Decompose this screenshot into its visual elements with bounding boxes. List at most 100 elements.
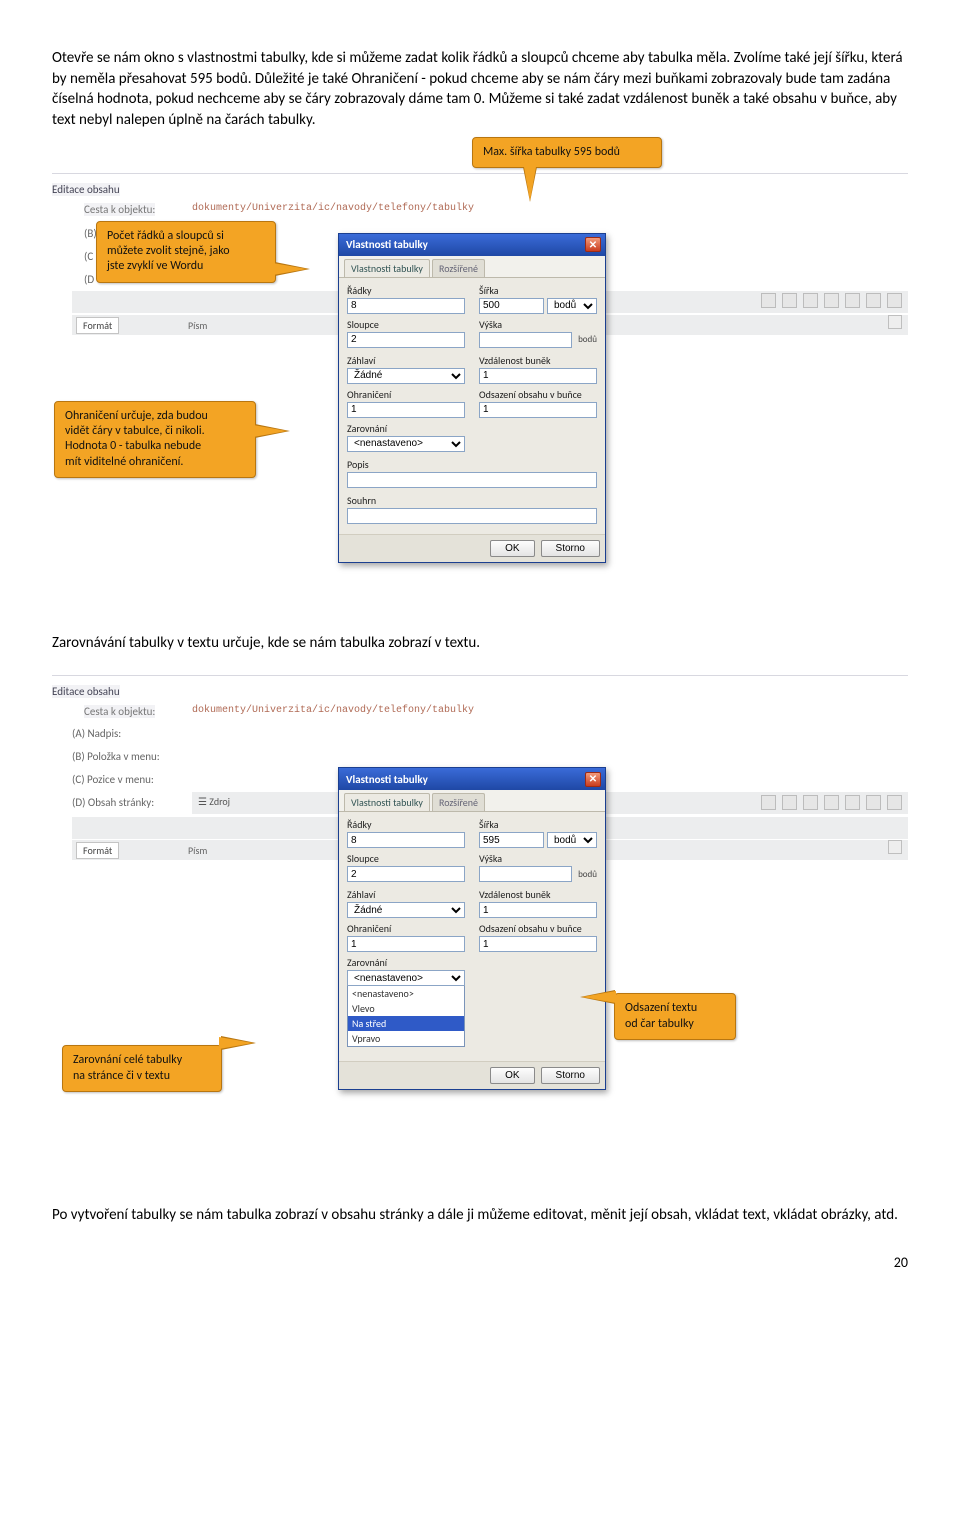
- editor-title: Editace obsahu: [52, 183, 120, 196]
- dialog-titlebar: Vlastnosti tabulky ✕: [339, 234, 605, 256]
- input-sirka[interactable]: [479, 298, 544, 314]
- zarov-opt-nastred[interactable]: Na střed: [348, 1016, 464, 1031]
- lbl-popis: Popis: [347, 458, 597, 471]
- tab-vlastnosti[interactable]: Vlastnosti tabulky: [344, 259, 430, 277]
- lbl-zahlavi: Záhlaví: [347, 354, 465, 367]
- dialog-titlebar-2: Vlastnosti tabulky ✕: [339, 768, 605, 790]
- lbl-zarovnani: Zarovnání: [347, 422, 465, 435]
- toolbar-icon: [824, 293, 839, 308]
- toolbar-icon: [888, 315, 902, 329]
- input-vzdalenost[interactable]: [479, 368, 597, 384]
- input-vyska[interactable]: [479, 332, 572, 348]
- tab-vlastnosti-2[interactable]: Vlastnosti tabulky: [344, 793, 430, 811]
- callout-rowcol: Počet řádků a sloupců si můžete zvolit s…: [96, 221, 276, 283]
- toolbar-icon: [845, 293, 860, 308]
- input-sirka-2[interactable]: [479, 832, 544, 848]
- toolbar-icon: [782, 293, 797, 308]
- callout-indent-text: Odsazení textu od čar tabulky: [625, 1001, 697, 1030]
- format-chip: Formát: [76, 317, 119, 334]
- unit-bodu: bodů: [578, 334, 597, 345]
- figure-2: Editace obsahu Cesta k objektu: dokument…: [52, 667, 908, 1187]
- intro-paragraph: Otevře se nám okno s vlastnostmi tabulky…: [52, 48, 908, 131]
- dialog-title-text-2: Vlastnosti tabulky: [346, 773, 428, 786]
- zarovnani-listbox[interactable]: <nenastaveno> Vlevo Na střed Vpravo: [347, 985, 465, 1047]
- zarov-opt-vlevo[interactable]: Vlevo: [348, 1001, 464, 1016]
- tab-rozsirene-2[interactable]: Rozšířené: [432, 793, 485, 811]
- tab-rozsirene[interactable]: Rozšířené: [432, 259, 485, 277]
- zarov-opt-vpravo[interactable]: Vpravo: [348, 1031, 464, 1046]
- input-vyska-2[interactable]: [479, 866, 572, 882]
- callout-border-text: Ohraničení určuje, zda budou vidět čáry …: [65, 409, 208, 469]
- align-paragraph: Zarovnávání tabulky v textu určuje, kde …: [52, 633, 908, 654]
- callout-align: Zarovnání celé tabulky na stránce či v t…: [62, 1045, 222, 1092]
- zarov-opt-nenastaveno[interactable]: <nenastaveno>: [348, 986, 464, 1001]
- select-sirka-units-2[interactable]: bodů: [547, 832, 597, 848]
- toolbar-icon: [824, 795, 839, 810]
- editor-pism: Písm: [188, 319, 207, 332]
- toolbar-icon: [803, 795, 818, 810]
- format-chip-2: Formát: [76, 842, 119, 859]
- toolbar-icon: [888, 840, 902, 854]
- dialog-title-text: Vlastnosti tabulky: [346, 238, 428, 251]
- page-number: 20: [52, 1254, 908, 1271]
- callout-maxwidth-text: Max. šířka tabulky 595 bodů: [483, 145, 620, 159]
- ok-button-2[interactable]: OK: [490, 1067, 534, 1084]
- toolbar-icon: [845, 795, 860, 810]
- select-zahlavi[interactable]: Žádné: [347, 368, 465, 384]
- input-radky-2[interactable]: [347, 832, 465, 848]
- outro-paragraph: Po vytvoření tabulky se nám tabulka zobr…: [52, 1205, 908, 1226]
- input-odsazeni-2[interactable]: [479, 936, 597, 952]
- lbl-souhrn: Souhrn: [347, 494, 597, 507]
- input-souhrn[interactable]: [347, 508, 597, 524]
- select-zarovnani[interactable]: <nenastaveno>: [347, 436, 465, 452]
- editor-pism-2: Písm: [188, 844, 207, 857]
- editor-path: dokumenty/Univerzita/ic/navody/telefony/…: [192, 203, 474, 214]
- input-odsazeni[interactable]: [479, 402, 597, 418]
- toolbar-icon: [782, 795, 797, 810]
- editor-short-labels: (B) (C (D: [78, 227, 97, 296]
- figure-1: Max. šířka tabulky 595 bodů Editace obsa…: [52, 145, 908, 615]
- ok-button[interactable]: OK: [490, 540, 534, 557]
- close-icon[interactable]: ✕: [585, 237, 601, 252]
- zdroj-chip: ☰ Zdroj: [198, 795, 230, 808]
- input-sloupce-2[interactable]: [347, 866, 465, 882]
- toolbar-icon: [761, 795, 776, 810]
- lbl-sloupce: Sloupce: [347, 318, 465, 331]
- editor-long-labels: (A) Nadpis: (B) Položka v menu: (C) Pozi…: [66, 727, 160, 819]
- toolbar-icon: [887, 795, 902, 810]
- storno-button-2[interactable]: Storno: [541, 1067, 600, 1084]
- lbl-ohraniceni: Ohraničení: [347, 388, 465, 401]
- input-radky[interactable]: [347, 298, 465, 314]
- input-ohraniceni[interactable]: [347, 402, 465, 418]
- callout-indent: Odsazení textu od čar tabulky: [614, 993, 736, 1040]
- callout-maxwidth: Max. šířka tabulky 595 bodů: [472, 137, 662, 168]
- select-sirka-units[interactable]: bodů: [547, 298, 597, 314]
- callout-rowcol-text: Počet řádků a sloupců si můžete zvolit s…: [107, 229, 230, 274]
- lbl-radky: Řádky: [347, 284, 465, 297]
- toolbar-icon: [761, 293, 776, 308]
- input-ohraniceni-2[interactable]: [347, 936, 465, 952]
- select-zahlavi-2[interactable]: Žádné: [347, 902, 465, 918]
- editor-path-2: dokumenty/Univerzita/ic/navody/telefony/…: [192, 705, 474, 716]
- lbl-odsazeni: Odsazení obsahu v buňce: [479, 388, 597, 401]
- dialog-vlastnosti-tabulky-2: Vlastnosti tabulky ✕ Vlastnosti tabulky …: [338, 767, 606, 1090]
- lbl-sirka: Šířka: [479, 284, 597, 297]
- toolbar-icon: [803, 293, 818, 308]
- dialog-tabs: Vlastnosti tabulky Rozšířené: [339, 256, 605, 278]
- close-icon[interactable]: ✕: [585, 772, 601, 787]
- callout-align-text: Zarovnání celé tabulky na stránce či v t…: [73, 1053, 182, 1082]
- lbl-vyska: Výška: [479, 318, 597, 331]
- input-vzdalenost-2[interactable]: [479, 902, 597, 918]
- toolbar-icon: [866, 795, 881, 810]
- toolbar-icon: [887, 293, 902, 308]
- editor-title-2: Editace obsahu: [52, 685, 120, 698]
- input-popis[interactable]: [347, 472, 597, 488]
- toolbar-icon: [866, 293, 881, 308]
- lbl-vzdalenost: Vzdálenost buněk: [479, 354, 597, 367]
- storno-button[interactable]: Storno: [541, 540, 600, 557]
- select-zarovnani-2-closed[interactable]: <nenastaveno>: [347, 970, 465, 986]
- callout-border: Ohraničení určuje, zda budou vidět čáry …: [54, 401, 256, 478]
- input-sloupce[interactable]: [347, 332, 465, 348]
- editor-pathlabel-2: Cesta k objektu:: [84, 705, 155, 718]
- editor-pathlabel: Cesta k objektu:: [84, 203, 155, 216]
